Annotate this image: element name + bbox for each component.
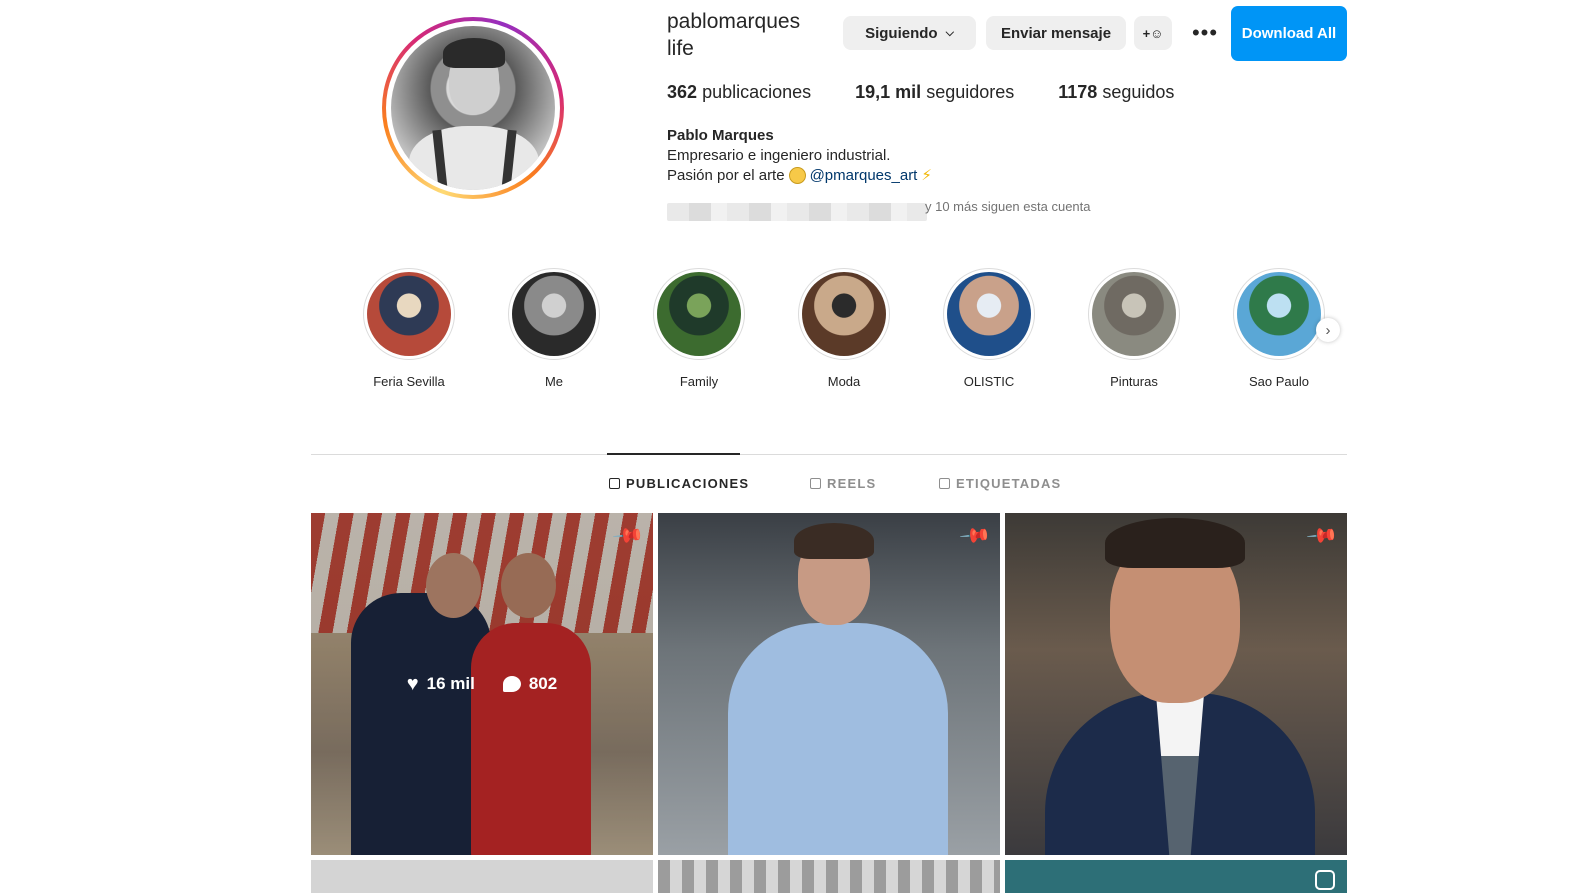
bio-line-2-text: Pasión por el arte <box>667 166 785 184</box>
tab-publicaciones[interactable]: PUBLICACIONES <box>609 476 749 491</box>
posts-label: publicaciones <box>702 82 812 102</box>
reels-icon <box>810 478 821 489</box>
highlight-cover-ring <box>1088 268 1180 360</box>
tagged-icon <box>939 478 950 489</box>
post-2[interactable]: 📌 <box>658 513 1000 855</box>
highlight-item[interactable]: Me <box>506 268 602 389</box>
reel-icon <box>1315 870 1335 890</box>
more-options-button[interactable]: ••• <box>1188 18 1222 48</box>
post-hover-overlay: ♥ 16 mil 802 <box>311 513 653 855</box>
suggest-user-button[interactable]: +☺ <box>1134 16 1172 50</box>
send-message-button[interactable]: Enviar mensaje <box>986 16 1126 50</box>
profile-stats: 362 publicaciones 19,1 mil seguidores 11… <box>667 82 1174 103</box>
highlight-label: Family <box>679 374 719 389</box>
highlight-item[interactable]: Pinturas <box>1086 268 1182 389</box>
highlight-cover-ring <box>508 268 600 360</box>
highlight-cover-image <box>947 272 1031 356</box>
posts-stat: 362 publicaciones <box>667 82 811 103</box>
bio-line-1: Empresario e ingeniero industrial. <box>667 147 891 164</box>
highlights-next-button[interactable]: › <box>1316 318 1340 342</box>
highlight-cover-ring <box>1233 268 1325 360</box>
pin-icon: 📌 <box>1305 519 1339 553</box>
post-6[interactable] <box>1005 860 1347 893</box>
add-user-icon: +☺ <box>1142 25 1164 41</box>
active-tab-indicator <box>607 453 740 455</box>
highlight-item[interactable]: Feria Sevilla <box>361 268 457 389</box>
post-4[interactable] <box>311 860 653 893</box>
post-1[interactable]: ♥ 16 mil 802 📌 <box>311 513 653 855</box>
tab-etiquetadas[interactable]: ETIQUETADAS <box>939 476 1061 491</box>
palette-emoji-icon <box>788 166 806 184</box>
highlight-label: Pinturas <box>1110 374 1158 389</box>
comments-stat: 802 <box>502 674 558 694</box>
following-count: 1178 <box>1058 82 1098 102</box>
tab-label: ETIQUETADAS <box>956 476 1062 491</box>
likes-count: 16 mil <box>426 674 475 693</box>
highlight-label: OLISTIC <box>963 374 1015 389</box>
highlight-cover-image <box>657 272 741 356</box>
following-button[interactable]: Siguiendo ⌵ <box>843 16 976 50</box>
followers-count: 19,1 mil <box>855 82 922 102</box>
followers-stat[interactable]: 19,1 mil seguidores <box>855 82 1014 103</box>
tab-label: REELS <box>827 476 877 491</box>
post-3[interactable]: 📌 <box>1005 513 1347 855</box>
highlight-item[interactable]: Family <box>651 268 747 389</box>
post-3-hair <box>1105 518 1245 568</box>
username: pablomarques life <box>667 10 801 60</box>
heart-icon: ♥ <box>406 672 419 695</box>
post-2-shirt <box>728 623 948 855</box>
highlight-item[interactable]: Moda <box>796 268 892 389</box>
post-2-hair <box>794 523 874 559</box>
avatar-hair <box>443 38 505 68</box>
highlight-label: Sao Paulo <box>1249 374 1309 389</box>
highlight-cover-image <box>1092 272 1176 356</box>
highlight-cover-image <box>802 272 886 356</box>
avatar-shirt <box>409 126 539 190</box>
bio-line-2: Pasión por el arte @pmarques_art ⚡ <box>667 166 932 184</box>
highlight-label: Feria Sevilla <box>373 374 445 389</box>
followers-label: seguidores <box>926 82 1015 102</box>
highlight-item[interactable]: Sao Paulo <box>1231 268 1327 389</box>
highlight-cover-image <box>512 272 596 356</box>
highlight-cover-ring <box>798 268 890 360</box>
download-all-button[interactable]: Download All <box>1231 6 1347 61</box>
profile-avatar[interactable] <box>382 17 564 199</box>
grid-icon <box>609 478 620 489</box>
story-highlights: Feria Sevilla Me Family Moda OLISTIC Pinturas… <box>361 268 1341 398</box>
following-stat-label: seguidos <box>1102 82 1175 102</box>
comment-icon <box>502 676 521 692</box>
avatar-inner <box>386 21 560 195</box>
highlight-item[interactable]: OLISTIC <box>941 268 1037 389</box>
full-name: Pablo Marques <box>667 127 774 144</box>
comments-count: 802 <box>528 674 558 693</box>
likes-stat: ♥ 16 mil <box>407 673 475 696</box>
highlight-cover-ring <box>363 268 455 360</box>
followed-by-avatars-blurred <box>667 203 927 221</box>
tab-label: PUBLICACIONES <box>626 476 750 491</box>
more-icon: ••• <box>1191 20 1219 45</box>
posts-count: 362 <box>667 82 698 102</box>
highlight-label: Moda <box>827 374 861 389</box>
highlight-cover-image <box>1237 272 1321 356</box>
chevron-down-icon: ⌵ <box>945 26 954 39</box>
tabs-divider <box>311 454 1347 455</box>
following-label: Siguiendo <box>865 24 938 42</box>
avatar-photo <box>391 26 555 190</box>
followed-by-text[interactable]: y 10 más siguen esta cuenta <box>925 199 1091 214</box>
highlight-cover-image <box>367 272 451 356</box>
tab-reels[interactable]: REELS <box>810 476 876 491</box>
post-5[interactable] <box>658 860 1000 893</box>
pin-icon: 📌 <box>958 519 992 553</box>
highlight-label: Me <box>544 374 564 389</box>
following-stat[interactable]: 1178 seguidos <box>1058 82 1174 103</box>
highlight-cover-ring <box>653 268 745 360</box>
highlight-cover-ring <box>943 268 1035 360</box>
lightning-emoji-icon: ⚡ <box>921 167 932 184</box>
bio-mention-link[interactable]: @pmarques_art <box>810 167 918 184</box>
